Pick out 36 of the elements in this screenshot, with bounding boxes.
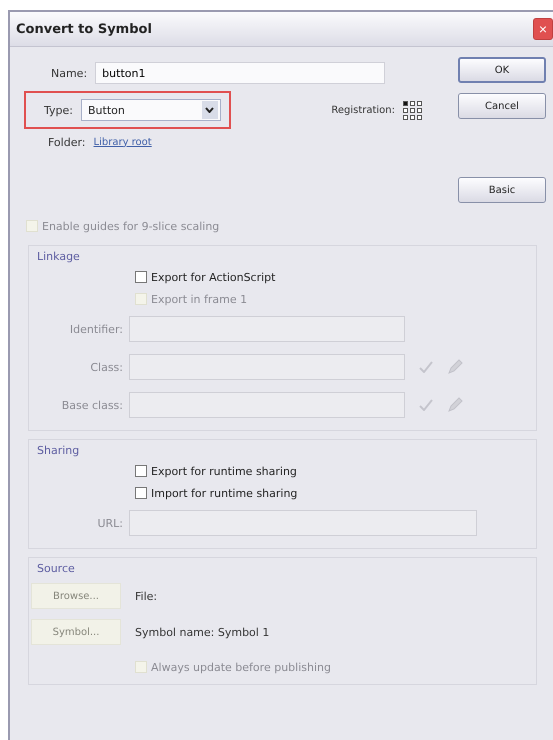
check-icon[interactable] — [419, 361, 433, 373]
field-label: Name: — [51, 66, 88, 80]
source-text: File: — [135, 590, 158, 602]
checkbox-label: Export for ActionScript — [151, 270, 276, 284]
check-icon[interactable] — [419, 399, 433, 411]
group-title: Sharing — [36, 444, 80, 459]
close-button[interactable]: × — [533, 18, 553, 40]
window-title: Convert to Symbol — [16, 22, 152, 36]
checkbox-label: Always update before publishing — [151, 660, 331, 674]
checkbox[interactable] — [135, 465, 147, 477]
dialog-button[interactable]: OK — [458, 57, 546, 83]
registration-label: Registration: — [331, 104, 395, 116]
group-title: Source — [36, 562, 76, 577]
checkbox[interactable] — [135, 487, 147, 499]
checkbox-label: Enable guides for 9-slice scaling — [42, 220, 220, 232]
pencil-icon[interactable] — [447, 397, 463, 413]
field-label: URL: — [96, 516, 123, 530]
field-label: Folder: — [48, 136, 86, 148]
name-field[interactable]: button1 — [95, 62, 386, 84]
chevron-icon — [202, 101, 218, 119]
registration-grid[interactable] — [403, 100, 422, 120]
checkbox[interactable] — [135, 271, 147, 283]
field-label: Type: — [44, 104, 73, 116]
type-dropdown[interactable]: Button — [80, 99, 221, 121]
checkbox-label: Export for runtime sharing — [151, 464, 297, 478]
checkbox-label: Import for runtime sharing — [151, 486, 298, 500]
field-label: Identifier: — [68, 322, 123, 336]
pencil-icon[interactable] — [447, 359, 463, 375]
dialog-button[interactable]: Basic — [458, 177, 546, 203]
field-label: Base class: — [60, 398, 123, 412]
source-text: Symbol name: Symbol 1 — [135, 626, 270, 638]
dialog-button[interactable]: Cancel — [458, 93, 546, 119]
group-title: Linkage — [36, 250, 81, 265]
checkbox-label: Export in frame 1 — [151, 292, 248, 306]
folder-link[interactable]: Library root — [94, 136, 152, 148]
field-label: Class: — [89, 360, 123, 374]
